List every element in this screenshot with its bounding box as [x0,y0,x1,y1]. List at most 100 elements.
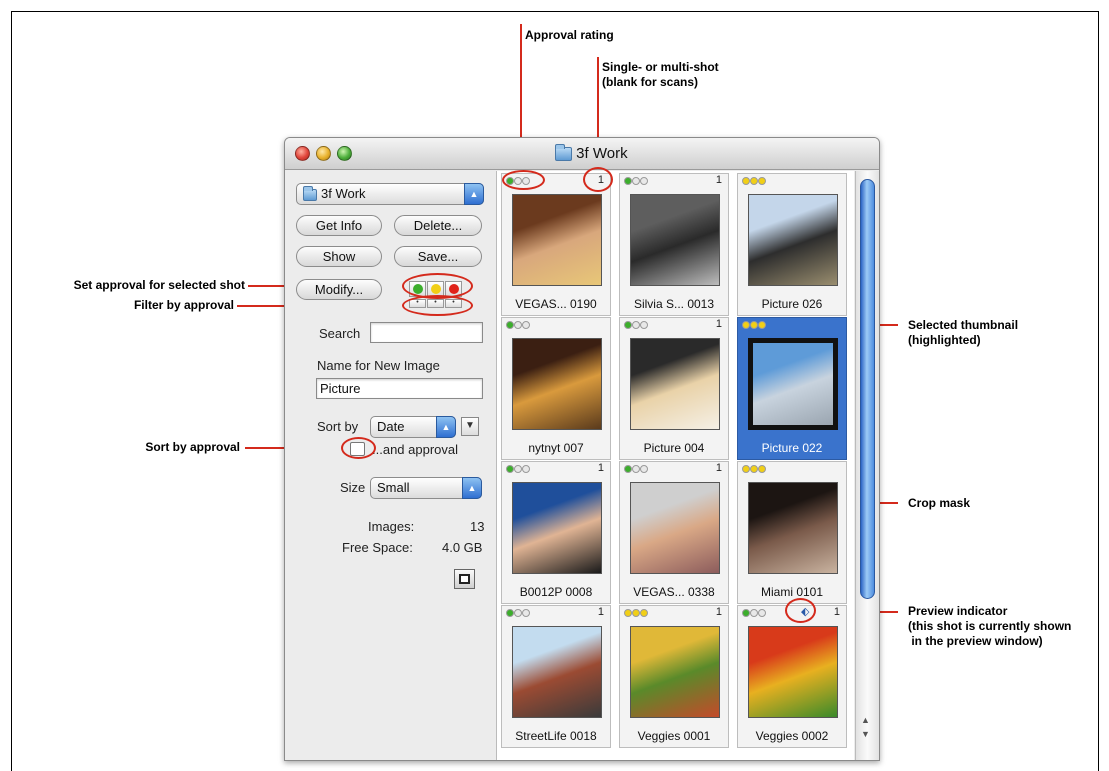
approval-dot-icon [514,465,522,473]
annotation-text: (this shot is currently shown [908,619,1072,633]
search-input[interactable] [370,322,483,343]
thumbnail-cell[interactable]: nytnyt 007 [501,317,611,460]
preview-toggle-button[interactable] [454,569,475,589]
approval-dot-icon [514,609,522,617]
thumbnail-cell[interactable]: Miami 0101 [737,461,847,604]
scroll-up-arrow[interactable]: ▲ [861,715,870,725]
and-approval-label: ...and approval [372,442,459,457]
get-info-button[interactable]: Get Info [296,215,382,236]
thumbnail-image [512,338,602,430]
approval-indicator [742,609,772,618]
shot-count: 1 [715,174,722,186]
thumbnail-cell[interactable]: 1 VEGAS... 0338 [619,461,729,604]
thumbnail-name: nytnyt 007 [528,441,584,455]
sort-direction-button[interactable]: ▼ [461,417,479,436]
search-label: Search [319,326,361,341]
approval-dot-icon [758,465,766,473]
thumbnail-name: VEGAS... 0190 [515,297,597,311]
approval-dot-icon [742,321,750,329]
folder-icon [303,185,317,201]
approval-indicator [742,465,772,474]
approval-dot-icon [750,465,758,473]
zoom-button[interactable] [337,146,352,161]
modify-button[interactable]: Modify... [296,279,382,300]
folder-popup[interactable]: 3f Work ▲ [296,183,484,205]
approval-indicator [624,465,654,474]
approval-dot-icon [750,177,758,185]
show-button[interactable]: Show [296,246,382,267]
annotation-text: (blank for scans) [602,75,699,89]
images-count: 13 [470,519,485,534]
thumbnail-image [630,626,720,718]
free-space-value: 4.0 GB [442,540,483,555]
thumbnail-image [630,338,720,430]
scroll-down-arrow[interactable]: ▼ [861,729,870,739]
approval-indicator [624,609,654,618]
free-space-label: Free Space: [342,540,413,555]
sort-by-label: Sort by [317,419,359,434]
thumbnail-image [748,626,838,718]
thumbnail-name: Picture 026 [761,297,823,311]
size-value: Small [377,480,410,495]
annotation-preview-indicator: Preview indicator (this shot is currently… [908,604,1071,649]
approval-dot-icon [624,465,632,473]
approval-dot-icon [624,321,632,329]
preview-window-icon [459,574,470,584]
vertical-scrollbar[interactable]: ▲ ▼ [855,171,879,760]
approval-dot-icon [514,321,522,329]
approval-dot-icon [632,177,640,185]
approval-dot-icon [640,465,648,473]
approval-indicator [742,177,772,186]
thumbnail-cell[interactable]: ⬖ 1 Veggies 0002 [737,605,847,748]
thumbnail-cell[interactable]: 1 Picture 004 [619,317,729,460]
approval-dot-icon [506,321,514,329]
new-image-name-field[interactable]: Picture [316,378,483,399]
thumbnail-image [748,338,838,430]
title-bar[interactable]: 3f Work [285,138,879,170]
approval-dot-icon [640,609,648,617]
thumbnail-name: Miami 0101 [760,585,824,599]
approval-dot-icon [522,609,530,617]
annotation-sort-approval: Sort by approval [145,440,240,454]
annotation-filter-approval: Filter by approval [133,298,234,312]
annotation-text: Single- or multi-shot [602,60,719,74]
thumbnail-cell[interactable]: 1 VEGAS... 0190 [501,173,611,316]
popup-arrows-icon: ▲ [462,477,482,499]
scroll-thumb[interactable] [860,179,875,599]
approval-dot-icon [750,321,758,329]
shot-count: 1 [597,462,604,474]
approval-dot-icon [742,609,750,617]
approval-indicator [624,321,654,330]
approval-indicator [742,321,772,330]
annotation-text: in the preview window) [908,634,1043,648]
size-popup[interactable]: Small ▲ [370,477,482,499]
approval-dot-icon [640,177,648,185]
save-button[interactable]: Save... [394,246,482,267]
thumbnail-cell[interactable]: 1 Silvia S... 0013 [619,173,729,316]
thumbnail-name: Veggies 0001 [637,729,711,743]
window-title: 3f Work [555,144,628,162]
frame-line-left [11,11,12,771]
highlight-ring-preview [785,598,816,623]
thumbnail-image [748,482,838,574]
thumbnail-image [512,194,602,286]
annotation-selected-thumbnail: Selected thumbnail (highlighted) [908,318,1018,348]
thumbnail-image [512,626,602,718]
minimize-button[interactable] [316,146,331,161]
thumbnail-cell[interactable]: 1 Veggies 0001 [619,605,729,748]
shot-count: 1 [715,606,722,618]
annotation-single-multi: Single- or multi-shot (blank for scans) [602,60,719,90]
thumbnail-cell[interactable]: 1 StreetLife 0018 [501,605,611,748]
thumbnail-cell[interactable]: 1 B0012P 0008 [501,461,611,604]
close-button[interactable] [295,146,310,161]
annotation-approval-rating: Approval rating [525,28,614,42]
thumbnail-cell[interactable]: Picture 022 [737,317,847,460]
annotation-text: Selected thumbnail [908,318,1019,332]
sort-by-popup[interactable]: Date ▲ [370,416,456,438]
delete-button[interactable]: Delete... [394,215,482,236]
thumbnail-cell[interactable]: Picture 026 [737,173,847,316]
folder-icon [555,144,572,162]
thumbnail-name: VEGAS... 0338 [633,585,715,599]
new-image-label: Name for New Image [317,358,440,373]
approval-dot-icon [506,465,514,473]
